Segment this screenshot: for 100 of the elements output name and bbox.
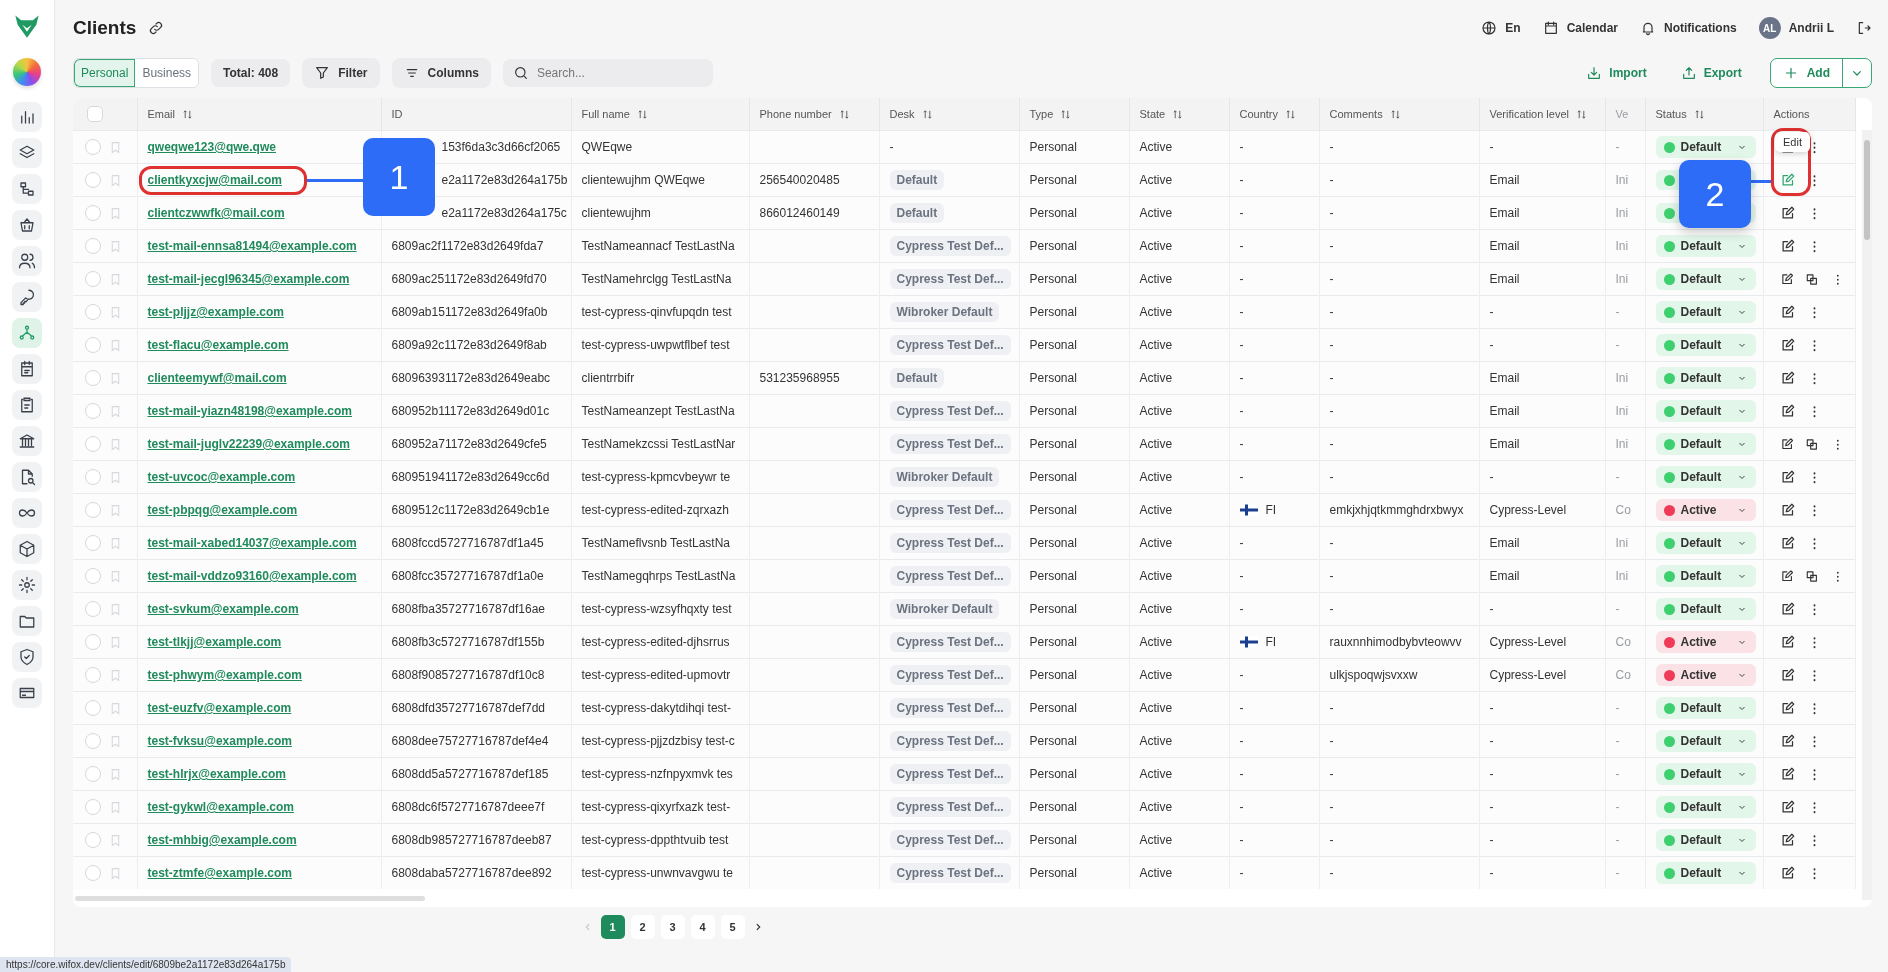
copy-icon[interactable] (1805, 436, 1819, 452)
edit-icon[interactable] (1779, 535, 1795, 551)
email-link[interactable]: test-euzfv@example.com (147, 701, 292, 715)
edit-icon[interactable] (1779, 403, 1795, 419)
status-dropdown[interactable]: Active (1655, 499, 1756, 521)
row-checkbox[interactable] (85, 568, 101, 584)
email-link[interactable]: test-flacu@example.com (147, 338, 289, 352)
edit-icon[interactable] (1779, 238, 1795, 254)
column-header[interactable]: Desk (889, 108, 915, 121)
row-checkbox[interactable] (85, 304, 101, 320)
email-link[interactable]: test-uvcoc@example.com (147, 470, 296, 484)
status-dropdown[interactable]: Default (1655, 829, 1756, 851)
sort-icon[interactable] (1060, 109, 1072, 121)
row-checkbox[interactable] (85, 436, 101, 452)
sort-icon[interactable] (1576, 109, 1588, 121)
column-header[interactable]: Full name (581, 108, 630, 121)
copy-icon[interactable] (1805, 271, 1819, 287)
column-header[interactable]: Country (1239, 108, 1279, 121)
sort-icon[interactable] (838, 109, 850, 121)
status-dropdown[interactable]: Default (1655, 136, 1756, 158)
edit-icon[interactable] (1779, 700, 1795, 716)
row-checkbox[interactable] (85, 271, 101, 287)
email-link[interactable]: test-mail-vddzo93160@example.com (147, 569, 357, 583)
column-header[interactable]: Type (1029, 108, 1054, 121)
status-dropdown[interactable]: Default (1655, 466, 1756, 488)
language-button[interactable]: En (1481, 20, 1521, 36)
column-header[interactable]: Email (147, 108, 175, 121)
column-header[interactable]: Status (1655, 108, 1687, 121)
email-link[interactable]: test-mail-xabed14037@example.com (147, 536, 357, 550)
logout-icon[interactable] (1856, 20, 1872, 36)
row-checkbox[interactable] (85, 337, 101, 353)
email-link[interactable]: test-mail-juglv22239@example.com (147, 437, 350, 451)
status-dropdown[interactable]: Default (1655, 433, 1756, 455)
sidebar-item[interactable] (12, 102, 42, 132)
edit-icon[interactable] (1779, 568, 1794, 584)
status-dropdown[interactable]: Default (1655, 268, 1756, 290)
email-link[interactable]: test-hlrjx@example.com (147, 767, 286, 781)
segment-tab[interactable]: Personal (74, 59, 136, 87)
sidebar-item[interactable] (12, 174, 42, 204)
edit-icon[interactable] (1779, 469, 1795, 485)
email-link[interactable]: qweqwe123@qwe.qwe (147, 140, 276, 154)
edit-icon[interactable] (1779, 766, 1795, 782)
row-checkbox[interactable] (85, 865, 101, 881)
email-link[interactable]: test-pbpqg@example.com (147, 503, 298, 517)
email-link[interactable]: clienteemywf@mail.com (147, 371, 287, 385)
edit-icon[interactable] (1779, 370, 1795, 386)
row-checkbox[interactable] (85, 700, 101, 716)
column-header[interactable]: State (1139, 108, 1166, 121)
status-dropdown[interactable]: Active (1655, 664, 1756, 686)
edit-icon[interactable] (1779, 634, 1795, 650)
sidebar-item[interactable] (12, 246, 42, 276)
row-checkbox[interactable] (85, 766, 101, 782)
status-dropdown[interactable]: Default (1655, 334, 1756, 356)
email-link[interactable]: test-tlkjj@example.com (147, 635, 282, 649)
row-checkbox[interactable] (85, 601, 101, 617)
edit-icon[interactable] (1779, 733, 1795, 749)
edit-icon[interactable] (1779, 799, 1795, 815)
status-dropdown[interactable]: Default (1655, 400, 1756, 422)
sidebar-item[interactable] (12, 390, 42, 420)
sidebar-item[interactable] (12, 498, 42, 528)
email-link[interactable]: test-mail-yiazn48198@example.com (147, 404, 352, 418)
edit-icon[interactable] (1779, 601, 1795, 617)
color-wheel-icon[interactable] (13, 58, 41, 86)
email-link[interactable]: test-phwym@example.com (147, 668, 302, 682)
import-button[interactable]: Import (1580, 64, 1653, 82)
row-checkbox[interactable] (85, 733, 101, 749)
row-checkbox[interactable] (85, 535, 101, 551)
sort-icon[interactable] (1285, 109, 1297, 121)
sort-icon[interactable] (1693, 109, 1705, 121)
row-checkbox[interactable] (85, 172, 101, 188)
page-button[interactable]: 5 (720, 915, 745, 939)
sort-icon[interactable] (636, 109, 648, 121)
status-dropdown[interactable]: Active (1655, 631, 1756, 653)
status-dropdown[interactable]: Default (1655, 235, 1756, 257)
scrollbar[interactable] (1862, 130, 1872, 900)
sidebar-item[interactable] (12, 606, 42, 636)
edit-icon[interactable] (1779, 271, 1794, 287)
email-link[interactable]: test-fvksu@example.com (147, 734, 292, 748)
sort-icon[interactable] (921, 109, 933, 121)
sidebar-item[interactable] (12, 534, 42, 564)
row-checkbox[interactable] (85, 832, 101, 848)
row-checkbox[interactable] (85, 139, 101, 155)
edit-icon[interactable] (1779, 832, 1795, 848)
row-checkbox[interactable] (85, 469, 101, 485)
row-checkbox[interactable] (85, 667, 101, 683)
status-dropdown[interactable]: Default (1655, 565, 1756, 587)
status-dropdown[interactable]: Default (1655, 862, 1756, 884)
page-button[interactable]: 2 (630, 915, 655, 939)
row-checkbox[interactable] (85, 799, 101, 815)
email-link[interactable]: test-ztmfe@example.com (147, 866, 292, 880)
email-link[interactable]: test-mhbig@example.com (147, 833, 297, 847)
row-checkbox[interactable] (85, 205, 101, 221)
email-link[interactable]: test-pljjz@example.com (147, 305, 284, 319)
status-dropdown[interactable]: Default (1655, 598, 1756, 620)
edit-icon[interactable] (1779, 304, 1795, 320)
page-button[interactable]: 3 (660, 915, 685, 939)
filter-button[interactable]: Filter (302, 58, 380, 88)
email-link[interactable]: test-mail-ennsa81494@example.com (147, 239, 357, 253)
edit-icon[interactable] (1779, 502, 1795, 518)
column-header[interactable]: Comments (1329, 108, 1383, 121)
